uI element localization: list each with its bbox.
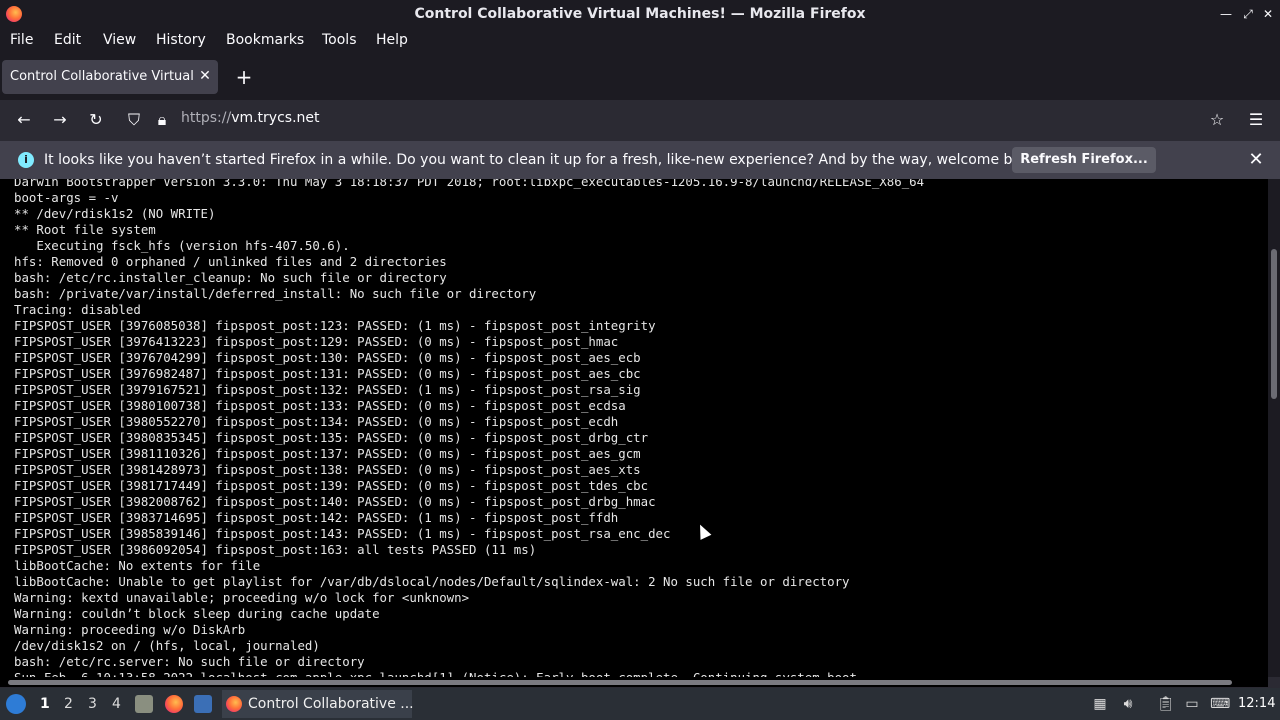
console-line: FIPSPOST_USER [3986092054] fipspost_post… [14, 542, 537, 557]
console-line: ** /dev/rdisk1s2 (NO WRITE) [14, 206, 216, 221]
console-line: FIPSPOST_USER [3976085038] fipspost_post… [14, 318, 656, 333]
info-icon: i [18, 152, 34, 168]
console-line: Warning: kextd unavailable; proceeding w… [14, 590, 470, 605]
console-line: Sun Feb 6 10:13:58 2022 localhost com.ap… [14, 670, 924, 677]
console-line: Darwin Bootstrapper Version 3.3.0: Thu M… [14, 179, 925, 189]
tab-active[interactable]: Control Collaborative Virtual Machines! … [2, 60, 218, 94]
console-line: FIPSPOST_USER [3980100738] fipspost_post… [14, 398, 626, 413]
menu-view[interactable]: View [103, 32, 136, 48]
keyboard-icon[interactable]: ⌨ [1210, 696, 1230, 712]
firefox-launcher-icon[interactable] [165, 695, 183, 713]
back-icon[interactable]: ← [12, 108, 36, 132]
network-icon[interactable]: ▭ [1184, 696, 1200, 712]
console-line: FIPSPOST_USER [3983714695] fipspost_post… [14, 510, 619, 525]
workspace-3[interactable]: 3 [88, 696, 97, 712]
menu-tools[interactable]: Tools [322, 32, 357, 48]
workspace-1[interactable]: 1 [40, 696, 50, 712]
firefox-task-icon [226, 696, 242, 712]
start-menu-icon[interactable] [6, 694, 26, 714]
console-line: FIPSPOST_USER [3981110326] fipspost_post… [14, 446, 641, 461]
console-line: FIPSPOST_USER [3985839146] fipspost_post… [14, 526, 671, 541]
console-line: boot-args = -v [14, 190, 119, 205]
notification-message: It looks like you haven’t started Firefo… [44, 152, 1043, 168]
console-line: Warning: proceeding w/o DiskArb [14, 622, 246, 637]
console-line: bash: /etc/rc.installer_cleanup: No such… [14, 270, 447, 285]
console-line: Tracing: disabled [14, 302, 141, 317]
horizontal-scrollbar[interactable] [0, 677, 1268, 687]
task-label: Control Collaborative ... [248, 696, 414, 712]
horizontal-scroll-thumb[interactable] [8, 680, 1232, 685]
minimize-icon[interactable]: — [1218, 6, 1234, 22]
tab-close-icon[interactable]: ✕ [198, 68, 212, 84]
console-line: FIPSPOST_USER [3981428973] fipspost_post… [14, 462, 641, 477]
console-line: FIPSPOST_USER [3980552270] fipspost_post… [14, 414, 619, 429]
tab-label: Control Collaborative Virtual Machines! [10, 69, 198, 84]
tab-bar: Control Collaborative Virtual Machines! … [0, 54, 1280, 100]
reload-icon[interactable]: ↻ [84, 108, 108, 132]
console-line: Executing fsck_hfs (version hfs-407.50.6… [14, 238, 350, 253]
volume-icon[interactable]: 🔊︎ [1120, 696, 1136, 712]
new-tab-icon[interactable]: + [234, 66, 254, 88]
clipboard-icon[interactable]: 📋︎ [1157, 696, 1175, 712]
url-host: vm.trycs.net [231, 110, 320, 126]
console-line: FIPSPOST_USER [3979167521] fipspost_post… [14, 382, 641, 397]
taskbar: 1 2 3 4 Control Collaborative ... ▦ 🔊︎ 📋… [0, 688, 1280, 720]
console-line: bash: /private/var/install/deferred_inst… [14, 286, 537, 301]
url-scheme: https:// [181, 110, 232, 126]
menu-bookmarks[interactable]: Bookmarks [226, 32, 304, 48]
hamburger-menu-icon[interactable]: ☰ [1244, 108, 1268, 132]
console-line: FIPSPOST_USER [3976982487] fipspost_post… [14, 366, 641, 381]
navigation-bar: ← → ↻ ⛉ 🔒︎ https://vm.trycs.net ☆ ☰ [0, 100, 1280, 140]
tray-app-icon[interactable]: ▦ [1092, 696, 1108, 712]
terminal-icon[interactable] [194, 695, 212, 713]
menu-help[interactable]: Help [376, 32, 408, 48]
menu-history[interactable]: History [156, 32, 206, 48]
menu-file[interactable]: File [10, 32, 33, 48]
refresh-firefox-button[interactable]: Refresh Firefox... [1012, 147, 1156, 173]
close-window-icon[interactable]: ✕ [1260, 6, 1276, 22]
console-line: hfs: Removed 0 orphaned / unlinked files… [14, 254, 447, 269]
vm-console[interactable]: Darwin Bootstrapper Version 3.3.0: Thu M… [0, 179, 1268, 677]
menu-bar: File Edit View History Bookmarks Tools H… [0, 29, 1280, 54]
console-line: bash: /etc/rc.server: No such file or di… [14, 654, 365, 669]
forward-icon[interactable]: → [48, 108, 72, 132]
console-line: libBootCache: Unable to get playlist for… [14, 574, 850, 589]
console-line: ** Root file system [14, 222, 156, 237]
console-line: Warning: couldn’t block sleep during cac… [14, 606, 380, 621]
maximize-icon[interactable]: ⤢ [1240, 6, 1256, 22]
clock: 12:14 [1238, 696, 1276, 711]
console-line: FIPSPOST_USER [3976704299] fipspost_post… [14, 350, 641, 365]
tracking-protection-icon[interactable]: ⛉ [122, 108, 146, 132]
bookmark-star-icon[interactable]: ☆ [1205, 108, 1229, 132]
vertical-scrollbar[interactable] [1268, 179, 1280, 677]
window-titlebar: Control Collaborative Virtual Machines! … [0, 0, 1280, 29]
console-text: Darwin Bootstrapper Version 3.3.0: Thu M… [14, 179, 924, 677]
menu-edit[interactable]: Edit [54, 32, 81, 48]
console-line: libBootCache: No extents for file [14, 558, 261, 573]
close-notification-icon[interactable]: ✕ [1246, 150, 1266, 170]
workspace-2[interactable]: 2 [64, 696, 73, 712]
file-manager-icon[interactable] [135, 695, 153, 713]
notification-bar: i It looks like you haven’t started Fire… [0, 141, 1280, 179]
url-text[interactable]: https://vm.trycs.net [181, 110, 320, 126]
window-title: Control Collaborative Virtual Machines! … [414, 6, 866, 22]
workspace-4[interactable]: 4 [112, 696, 121, 712]
taskbar-firefox-window[interactable]: Control Collaborative ... [222, 690, 414, 718]
console-line: FIPSPOST_USER [3980835345] fipspost_post… [14, 430, 649, 445]
console-line: FIPSPOST_USER [3981717449] fipspost_post… [14, 478, 649, 493]
console-line: /dev/disk1s2 on / (hfs, local, journaled… [14, 638, 320, 653]
console-line: FIPSPOST_USER [3982008762] fipspost_post… [14, 494, 656, 509]
lock-icon[interactable]: 🔒︎ [150, 108, 174, 132]
vertical-scroll-thumb[interactable] [1271, 249, 1277, 399]
console-line: FIPSPOST_USER [3976413223] fipspost_post… [14, 334, 619, 349]
